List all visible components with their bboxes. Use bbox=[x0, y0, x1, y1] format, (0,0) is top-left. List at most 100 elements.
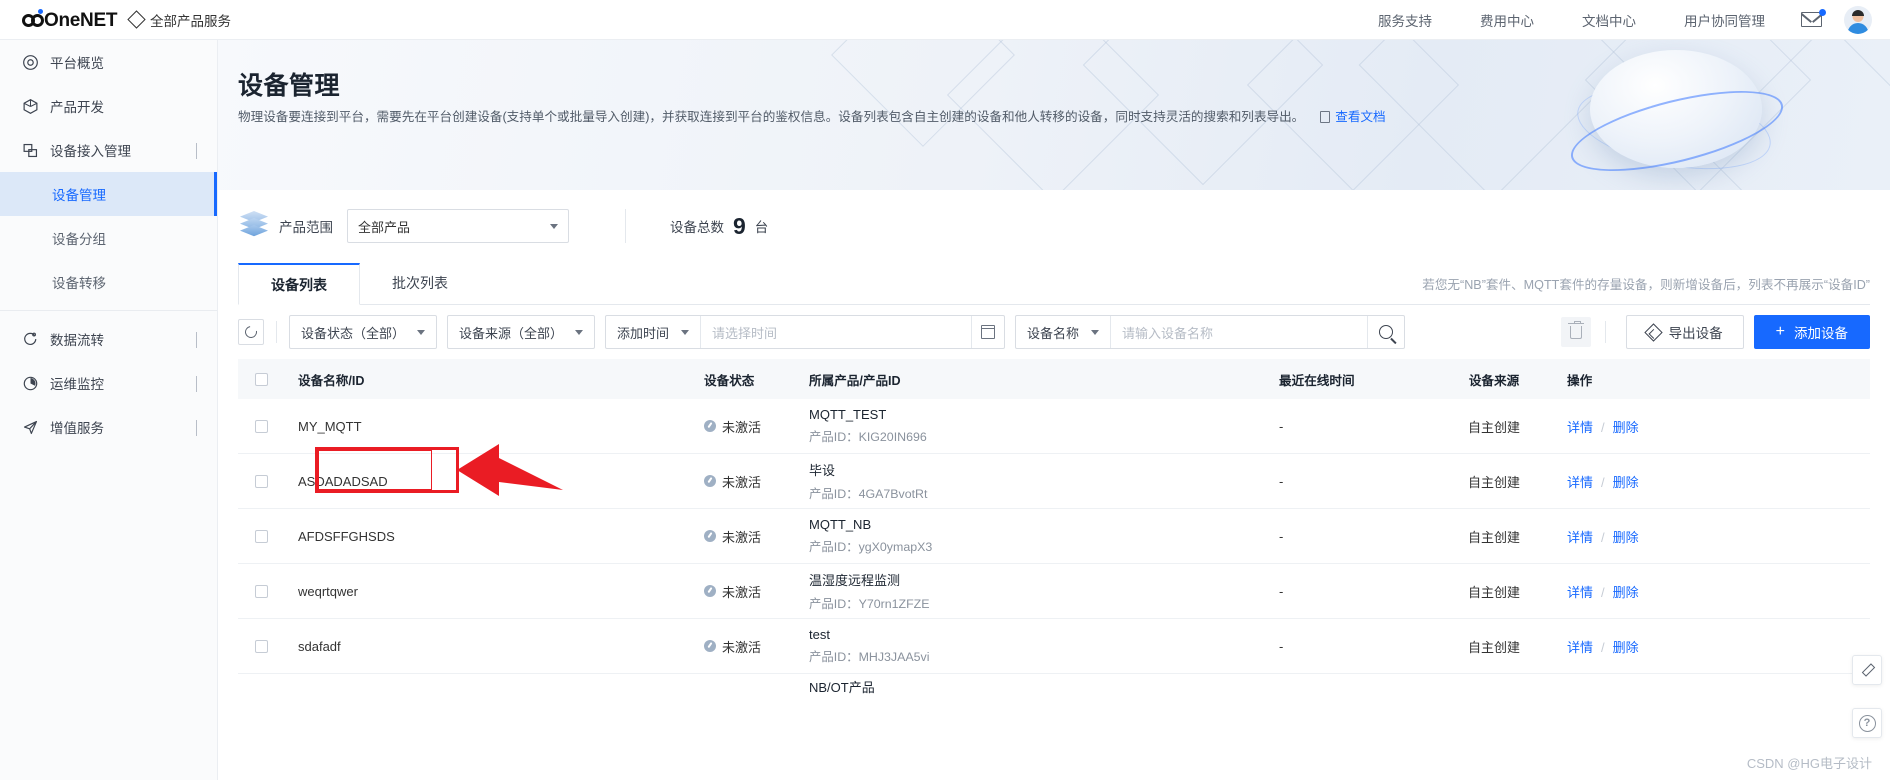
nav-link-docs[interactable]: 文档中心 bbox=[1558, 10, 1660, 30]
cell-last-online: - bbox=[1279, 473, 1284, 489]
calendar-icon bbox=[981, 325, 996, 339]
cell-device-status: 未激活 bbox=[704, 417, 809, 436]
calendar-button[interactable] bbox=[972, 316, 1004, 348]
row-select-cell[interactable] bbox=[238, 639, 284, 653]
add-time-filter[interactable]: 添加时间 请选择时间 bbox=[605, 315, 1006, 349]
search-button[interactable] bbox=[1368, 316, 1404, 348]
device-status-filter[interactable]: 设备状态（全部） bbox=[289, 315, 438, 349]
time-range-input[interactable]: 请选择时间 bbox=[701, 316, 971, 348]
status-badge: 未激活 bbox=[722, 584, 762, 600]
product-name: MQTT_TEST bbox=[809, 407, 887, 422]
delete-link[interactable]: 删除 bbox=[1613, 585, 1639, 600]
tab-device-list[interactable]: 设备列表 bbox=[238, 263, 360, 305]
product-id: 产品ID：ygX0ymapX3 bbox=[809, 537, 1279, 555]
action-separator: / bbox=[1601, 419, 1605, 435]
row-checkbox[interactable] bbox=[254, 584, 268, 598]
mail-button[interactable] bbox=[1801, 9, 1826, 27]
feedback-button[interactable] bbox=[1852, 655, 1882, 685]
select-all-cell[interactable] bbox=[238, 372, 284, 386]
device-name-filter-label-wrap: 设备名称 bbox=[1016, 316, 1110, 348]
row-checkbox[interactable] bbox=[254, 529, 268, 543]
chevron-down-icon-scope bbox=[550, 223, 558, 229]
add-device-button[interactable]: + 添加设备 bbox=[1753, 315, 1870, 349]
product-stack-icon bbox=[238, 211, 270, 241]
status-icon bbox=[704, 420, 716, 432]
nav-link-support[interactable]: 服务支持 bbox=[1354, 10, 1456, 30]
help-button[interactable]: ? bbox=[1852, 708, 1882, 738]
delete-link[interactable]: 删除 bbox=[1613, 475, 1639, 490]
table-row[interactable]: NB/OT产品 bbox=[238, 674, 1870, 704]
row-select-cell[interactable] bbox=[238, 474, 284, 488]
batch-delete-button[interactable] bbox=[1560, 317, 1591, 347]
sidebar-item-device-management[interactable]: 设备管理 bbox=[0, 172, 217, 216]
select-all-checkbox[interactable] bbox=[254, 372, 268, 386]
delete-link[interactable]: 删除 bbox=[1613, 420, 1639, 435]
cell-device-source: 自主创建 bbox=[1467, 584, 1520, 600]
product-scope-value: 全部产品 bbox=[358, 219, 411, 235]
sidebar-item-value-added[interactable]: 增值服务 bbox=[0, 405, 217, 449]
sidebar-item-overview[interactable]: 平台概览 bbox=[0, 40, 217, 84]
row-checkbox[interactable] bbox=[254, 419, 268, 433]
row-select-cell[interactable] bbox=[238, 419, 284, 433]
product-name: test bbox=[809, 627, 830, 642]
sidebar-item-data-flow[interactable]: 数据流转 bbox=[0, 317, 217, 361]
row-select-cell[interactable] bbox=[238, 584, 284, 598]
sidebar-item-device-transfer[interactable]: 设备转移 bbox=[0, 260, 217, 304]
detail-link[interactable]: 详情 bbox=[1567, 475, 1593, 490]
cell-last-online: - bbox=[1279, 583, 1284, 599]
chevron-up-icon bbox=[196, 142, 197, 159]
col-device-name: 设备名称/ID bbox=[298, 373, 365, 388]
brand-name: OneNET bbox=[44, 9, 118, 31]
device-name-search[interactable]: 设备名称 请输入设备名称 bbox=[1015, 315, 1406, 349]
sidebar-item-monitor[interactable]: 运维监控 bbox=[0, 361, 217, 405]
nav-link-user-collab[interactable]: 用户协同管理 bbox=[1660, 10, 1789, 30]
cell-product: NB/OT产品 bbox=[809, 677, 1279, 701]
detail-link[interactable]: 详情 bbox=[1567, 585, 1593, 600]
sidebar-item-device-access[interactable]: 设备接入管理 bbox=[0, 128, 217, 172]
cell-device-status: 未激活 bbox=[704, 472, 809, 491]
all-products-menu[interactable]: 全部产品服务 bbox=[127, 10, 231, 30]
plus-icon: + bbox=[1775, 323, 1785, 340]
delete-link[interactable]: 删除 bbox=[1613, 530, 1639, 545]
sidebar-item-device-group[interactable]: 设备分组 bbox=[0, 216, 217, 260]
product-id: 产品ID：KIG20IN696 bbox=[809, 427, 1279, 445]
chevron-down-icon-source bbox=[575, 329, 584, 335]
product-scope-select[interactable]: 全部产品 bbox=[347, 209, 569, 243]
cell-last-online: - bbox=[1279, 638, 1284, 654]
nav-link-billing[interactable]: 费用中心 bbox=[1456, 10, 1558, 30]
cube-icon bbox=[22, 98, 41, 115]
search-input[interactable]: 请输入设备名称 bbox=[1111, 316, 1367, 348]
sidebar-item-product-dev[interactable]: 产品开发 bbox=[0, 84, 217, 128]
table-row[interactable]: sdafadf 未激活 test 产品ID：MHJ3JAA5vi - 自主创建 … bbox=[238, 619, 1870, 674]
view-docs-link[interactable]: 查看文档 bbox=[1335, 110, 1385, 124]
all-products-label: 全部产品服务 bbox=[150, 13, 231, 29]
refresh-button[interactable] bbox=[238, 319, 264, 345]
tab-batch-list[interactable]: 批次列表 bbox=[360, 262, 480, 304]
device-source-filter[interactable]: 设备来源（全部） bbox=[447, 315, 596, 349]
add-device-label: 添加设备 bbox=[1794, 326, 1848, 341]
cell-product: MQTT_NB 产品ID：ygX0ymapX3 bbox=[809, 517, 1279, 555]
sidebar-label-product-dev: 产品开发 bbox=[50, 100, 104, 115]
row-select-cell[interactable] bbox=[238, 529, 284, 543]
table-row[interactable]: weqrtqwer 未激活 温湿度远程监测 产品ID：Y70rn1ZFZE - … bbox=[238, 564, 1870, 619]
brand-logo[interactable]: OneNET bbox=[22, 8, 117, 31]
product-id-prefix: 产品ID： bbox=[809, 597, 859, 611]
detail-link[interactable]: 详情 bbox=[1567, 420, 1593, 435]
export-devices-button[interactable]: 导出设备 bbox=[1625, 315, 1744, 349]
cell-actions: 详情 / 删除 bbox=[1549, 527, 1870, 546]
detail-link[interactable]: 详情 bbox=[1567, 530, 1593, 545]
table-row[interactable]: AFDSFFGHSDS 未激活 MQTT_NB 产品ID：ygX0ymapX3 … bbox=[238, 509, 1870, 564]
cell-device-source: 自主创建 bbox=[1467, 529, 1520, 545]
sidebar-label-device-access: 设备接入管理 bbox=[50, 144, 131, 159]
avatar[interactable] bbox=[1844, 5, 1872, 34]
row-checkbox[interactable] bbox=[254, 474, 268, 488]
status-badge: 未激活 bbox=[722, 419, 762, 435]
detail-link[interactable]: 详情 bbox=[1567, 640, 1593, 655]
row-checkbox[interactable] bbox=[254, 639, 268, 653]
col-device-status: 设备状态 bbox=[704, 373, 755, 388]
delete-link[interactable]: 删除 bbox=[1613, 640, 1639, 655]
device-status-filter-label: 设备状态（全部） bbox=[301, 325, 406, 341]
cell-product: 毕设 产品ID：4GA7BvotRt bbox=[809, 460, 1279, 502]
status-badge: 未激活 bbox=[722, 529, 762, 545]
sidebar-label-device-management: 设备管理 bbox=[52, 188, 106, 203]
